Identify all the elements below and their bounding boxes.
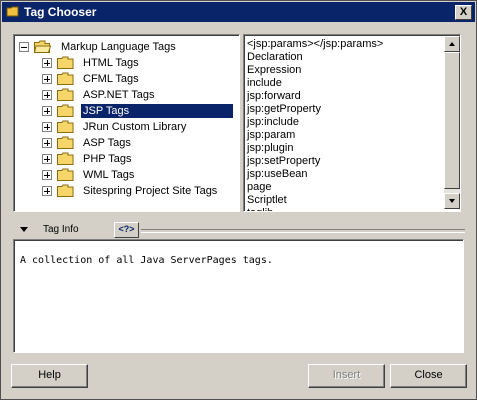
list-item[interactable]: Declaration [247, 51, 303, 64]
tag-list[interactable]: <jsp:params></jsp:params> Declaration Ex… [243, 34, 461, 212]
tag-chooser-dialog: Tag Chooser X Markup Language Tags HTML … [0, 0, 477, 400]
list-item[interactable]: jsp:include [247, 116, 299, 129]
folder-icon [57, 136, 74, 149]
tag-chooser-icon [6, 6, 19, 17]
tag-description-panel: A collection of all Java ServerPages tag… [13, 239, 464, 353]
tree-label[interactable]: WML Tags [81, 168, 136, 182]
tree-label[interactable]: PHP Tags [81, 152, 134, 166]
tag-info-bar: Tag Info <?> [13, 222, 465, 238]
arrow-down-icon [449, 199, 455, 203]
window-title: Tag Chooser [24, 5, 97, 19]
list-item[interactable]: jsp:param [247, 129, 295, 142]
list-item[interactable]: <jsp:params></jsp:params> [247, 38, 383, 51]
list-item[interactable]: taglib [247, 207, 273, 211]
scroll-down-button[interactable] [444, 193, 460, 209]
folder-icon [57, 56, 74, 69]
tree-label-root[interactable]: Markup Language Tags [59, 40, 178, 54]
list-item[interactable]: Scriptlet [247, 194, 287, 207]
expand-icon[interactable] [42, 122, 52, 132]
folder-open-icon [34, 40, 51, 53]
folder-icon [57, 120, 74, 133]
folder-icon [57, 168, 74, 181]
tree-label[interactable]: HTML Tags [81, 56, 141, 70]
expand-icon[interactable] [42, 106, 52, 116]
expand-icon[interactable] [42, 170, 52, 180]
tree-label[interactable]: ASP Tags [81, 136, 133, 150]
folder-icon [57, 88, 74, 101]
tree-label[interactable]: Sitespring Project Site Tags [81, 184, 219, 198]
title-bar: Tag Chooser X [2, 2, 475, 22]
tree-label[interactable]: JRun Custom Library [81, 120, 188, 134]
insert-button[interactable]: Insert [308, 364, 385, 388]
expand-icon[interactable] [42, 186, 52, 196]
list-item[interactable]: jsp:plugin [247, 142, 293, 155]
list-item[interactable]: jsp:forward [247, 90, 301, 103]
list-item[interactable]: page [247, 181, 271, 194]
list-item[interactable]: jsp:useBean [247, 168, 308, 181]
tag-description-text: A collection of all Java ServerPages tag… [20, 255, 273, 266]
scrollbar-thumb[interactable] [444, 52, 460, 189]
collapse-triangle-icon[interactable] [20, 227, 28, 232]
tag-reference-button[interactable]: <?> [114, 222, 139, 238]
folder-icon [57, 104, 74, 117]
expand-icon[interactable] [42, 58, 52, 68]
expand-icon[interactable] [42, 74, 52, 84]
tag-category-tree[interactable]: Markup Language Tags HTML Tags CFML Tags… [13, 34, 240, 212]
folder-icon [57, 72, 74, 85]
list-item[interactable]: jsp:setProperty [247, 155, 320, 168]
collapse-icon[interactable] [19, 42, 29, 52]
expand-icon[interactable] [42, 90, 52, 100]
expand-icon[interactable] [42, 138, 52, 148]
divider [141, 229, 465, 233]
help-icon: <?> [118, 224, 135, 234]
list-item[interactable]: Expression [247, 64, 301, 77]
help-button[interactable]: Help [11, 364, 88, 388]
folder-icon [57, 152, 74, 165]
tree-label[interactable]: ASP.NET Tags [81, 88, 157, 102]
list-item[interactable]: include [247, 77, 282, 90]
close-button[interactable]: Close [390, 364, 467, 388]
expand-icon[interactable] [42, 154, 52, 164]
arrow-up-icon [449, 42, 455, 46]
folder-icon [57, 184, 74, 197]
tag-list-scrollbar[interactable] [444, 36, 460, 209]
tag-info-label: Tag Info [43, 224, 79, 235]
close-window-button[interactable]: X [455, 5, 472, 20]
tree-label[interactable]: CFML Tags [81, 72, 141, 86]
scroll-up-button[interactable] [444, 36, 460, 52]
tree-label-selected[interactable]: JSP Tags [81, 104, 233, 118]
list-item[interactable]: jsp:getProperty [247, 103, 321, 116]
